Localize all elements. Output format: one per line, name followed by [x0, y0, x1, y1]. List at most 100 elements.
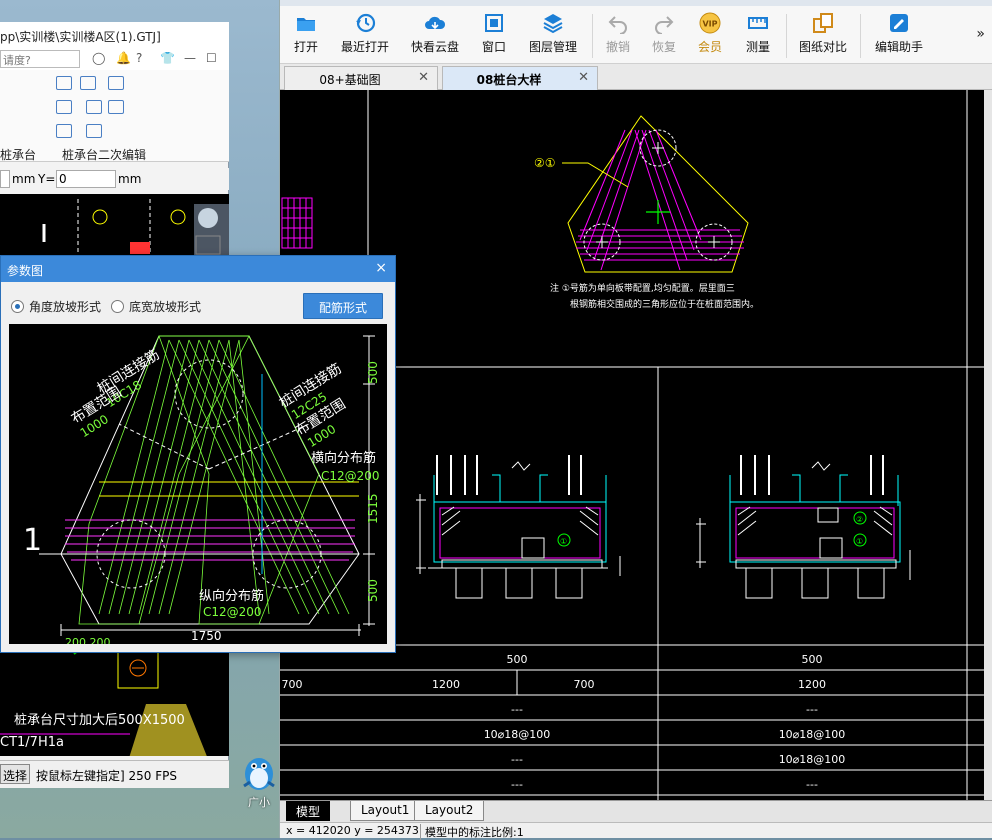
tab-pile-cap-detail[interactable]: 08桩台大样 ✕ — [442, 66, 598, 90]
table-cell: 10⌀18@100 — [779, 753, 846, 766]
parameter-figure-svg: 1 桩间连接筋 10C18 布置范围 1000 桩间连接筋 12C25 布置范围… — [23, 335, 380, 644]
gtj-canvas-label: CT1/7H1a — [0, 735, 64, 750]
close-icon[interactable]: ✕ — [418, 70, 429, 85]
measure-button[interactable]: 测量 — [740, 10, 776, 62]
ribbon-tool-icon[interactable] — [80, 76, 96, 90]
maximize-icon[interactable]: ☐ — [206, 51, 217, 65]
ribbon-tool-icon[interactable] — [108, 76, 124, 90]
svg-text:VIP: VIP — [702, 20, 717, 29]
dim-1750: 1750 — [191, 629, 222, 643]
cloud-button[interactable]: 快看云盘 — [406, 10, 464, 62]
cad-status-bar: x = 412020 y = 254373 模型中的标注比例:1 — [280, 822, 992, 840]
table-cell: --- — [806, 778, 818, 791]
y-offset-stepper[interactable]: 0 — [56, 170, 116, 188]
vip-icon: VIP — [699, 12, 721, 34]
undo-button[interactable]: 撤销 — [600, 10, 636, 62]
compare-icon — [813, 13, 833, 33]
gtj-canvas-label: 桩承台尺寸加大后500X1500 — [14, 713, 185, 728]
pile-cap-section-b: ② ① — [696, 455, 911, 599]
close-icon[interactable]: × — [375, 260, 387, 276]
longitudinal-rebar-label: 纵向分布筋 — [199, 588, 264, 604]
select-button[interactable]: 选择 — [0, 764, 31, 784]
search-input[interactable]: 请度? — [0, 50, 80, 68]
ribbon-tool-icon[interactable] — [86, 124, 102, 138]
folder-icon — [297, 18, 315, 31]
user-icon[interactable]: ◯ — [92, 51, 105, 65]
triangular-pile-cap-plan: ②① — [534, 115, 749, 273]
svg-text:①: ① — [560, 537, 567, 546]
table-cell: --- — [511, 703, 523, 716]
toolbar-separator — [786, 14, 787, 58]
radio-dot — [11, 300, 24, 313]
svg-text:①: ① — [856, 537, 863, 546]
compare-button[interactable]: 图纸对比 — [794, 10, 852, 62]
parameter-figure-canvas: 1 桩间连接筋 10C18 布置范围 1000 桩间连接筋 12C25 布置范围… — [9, 324, 387, 644]
desktop: 打开 最近打开 快看云盘 窗口 图层管理 撤销 恢复 VIP 会员 测量 图纸对… — [0, 0, 992, 840]
ribbon-tool-icon[interactable] — [56, 124, 72, 138]
open-button[interactable]: 打开 — [288, 10, 324, 62]
gtj-status-bar: 选择 按鼠标左键指定] 250 FPS — [0, 760, 229, 788]
ribbon-tool-icon[interactable] — [86, 100, 102, 114]
coordinate-readout: x = 412020 y = 254373 — [286, 824, 419, 837]
dim-1515: 1515 — [366, 493, 380, 524]
edit-assistant-icon — [890, 14, 908, 32]
section-number-label: 1 — [23, 523, 42, 558]
desktop-shortcut-label: 广小 — [248, 796, 270, 809]
undo-icon — [608, 16, 627, 34]
table-cell: --- — [806, 703, 818, 716]
window-button[interactable]: 窗口 — [476, 10, 512, 62]
recent-button[interactable]: 最近打开 — [336, 10, 394, 62]
ribbon-tool-icon[interactable] — [56, 100, 72, 114]
drawing-note-line2: 根钢筋相交围成的三角形应位于在桩面范围内。 — [570, 298, 759, 310]
ruler-icon — [748, 17, 768, 29]
shirt-icon[interactable]: 👕 — [160, 51, 175, 65]
redo-button[interactable]: 恢复 — [646, 10, 682, 62]
parameter-figure-dialog: 参数图 × 角度放坡形式 底宽放坡形式 配筋形式 1 桩间连接筋 10C18 布… — [0, 255, 396, 653]
bell-icon[interactable]: 🔔 — [116, 51, 131, 65]
transverse-rebar-value: C12@200 — [321, 469, 380, 483]
vip-button[interactable]: VIP 会员 — [692, 10, 728, 62]
tab-model[interactable]: 模型 — [286, 801, 331, 821]
toolbar-separator — [592, 14, 593, 58]
layers-button[interactable]: 图层管理 — [524, 10, 582, 62]
table-cell: --- — [511, 753, 523, 766]
pile-cap-section-a: ① — [416, 455, 621, 599]
tab-layout2[interactable]: Layout2 — [414, 801, 485, 821]
help-icon[interactable]: ? — [136, 51, 142, 65]
ribbon-group-label: 桩承台二次编辑 — [62, 148, 147, 162]
penguin-icon — [243, 758, 275, 790]
radio-width-slope[interactable]: 底宽放坡形式 — [111, 298, 201, 315]
ribbon-tool-icon[interactable] — [56, 76, 72, 90]
table-cell: 700 — [574, 678, 595, 691]
gtj-coord-bar: mm Y= 0 mm — [0, 168, 229, 190]
gtj-search-row: 请度? ◯ 🔔 ? 👕 — ☐ — [0, 48, 229, 70]
radio-angle-slope[interactable]: 角度放坡形式 — [11, 298, 101, 315]
gtj-status-message: 按鼠标左键指定] 250 FPS — [36, 769, 177, 783]
tab-foundation[interactable]: 08+基础图 ✕ — [284, 66, 438, 90]
table-cell: 1200 — [432, 678, 460, 691]
tab-layout1[interactable]: Layout1 — [350, 801, 421, 821]
table-cell: 10⌀18@100 — [779, 728, 846, 741]
table-cell: 700 — [282, 678, 303, 691]
desktop-shortcut[interactable]: 广小 — [240, 748, 278, 810]
table-cell: 500 — [507, 653, 528, 666]
ribbon-tool-icon[interactable] — [108, 100, 124, 114]
radio-dot — [111, 300, 124, 313]
gtj-title-bar: pp\实训楼\实训楼A区(1).GTJ] — [0, 22, 229, 48]
edit-assistant-button[interactable]: 编辑助手 — [870, 10, 928, 62]
document-tabs: 08+基础图 ✕ 08桩台大样 ✕ — [280, 64, 992, 90]
transverse-rebar-label: 横向分布筋 — [311, 450, 376, 466]
table-cell: 1200 — [798, 678, 826, 691]
callout-label: ②① — [534, 156, 556, 170]
dialog-title-bar: 参数图 × — [1, 256, 395, 282]
minimize-icon[interactable]: — — [184, 51, 196, 65]
toolbar-separator — [860, 14, 861, 58]
dialog-title: 参数图 — [7, 264, 44, 278]
x-offset-stepper[interactable] — [0, 170, 10, 188]
close-icon[interactable]: ✕ — [578, 70, 589, 85]
rebar-form-button[interactable]: 配筋形式 — [303, 293, 383, 319]
vertical-scrollbar[interactable] — [984, 90, 992, 800]
toolbar-more-button[interactable]: » — [976, 26, 985, 42]
history-icon — [356, 13, 376, 33]
dim-500-bottom: 500 — [366, 579, 380, 602]
